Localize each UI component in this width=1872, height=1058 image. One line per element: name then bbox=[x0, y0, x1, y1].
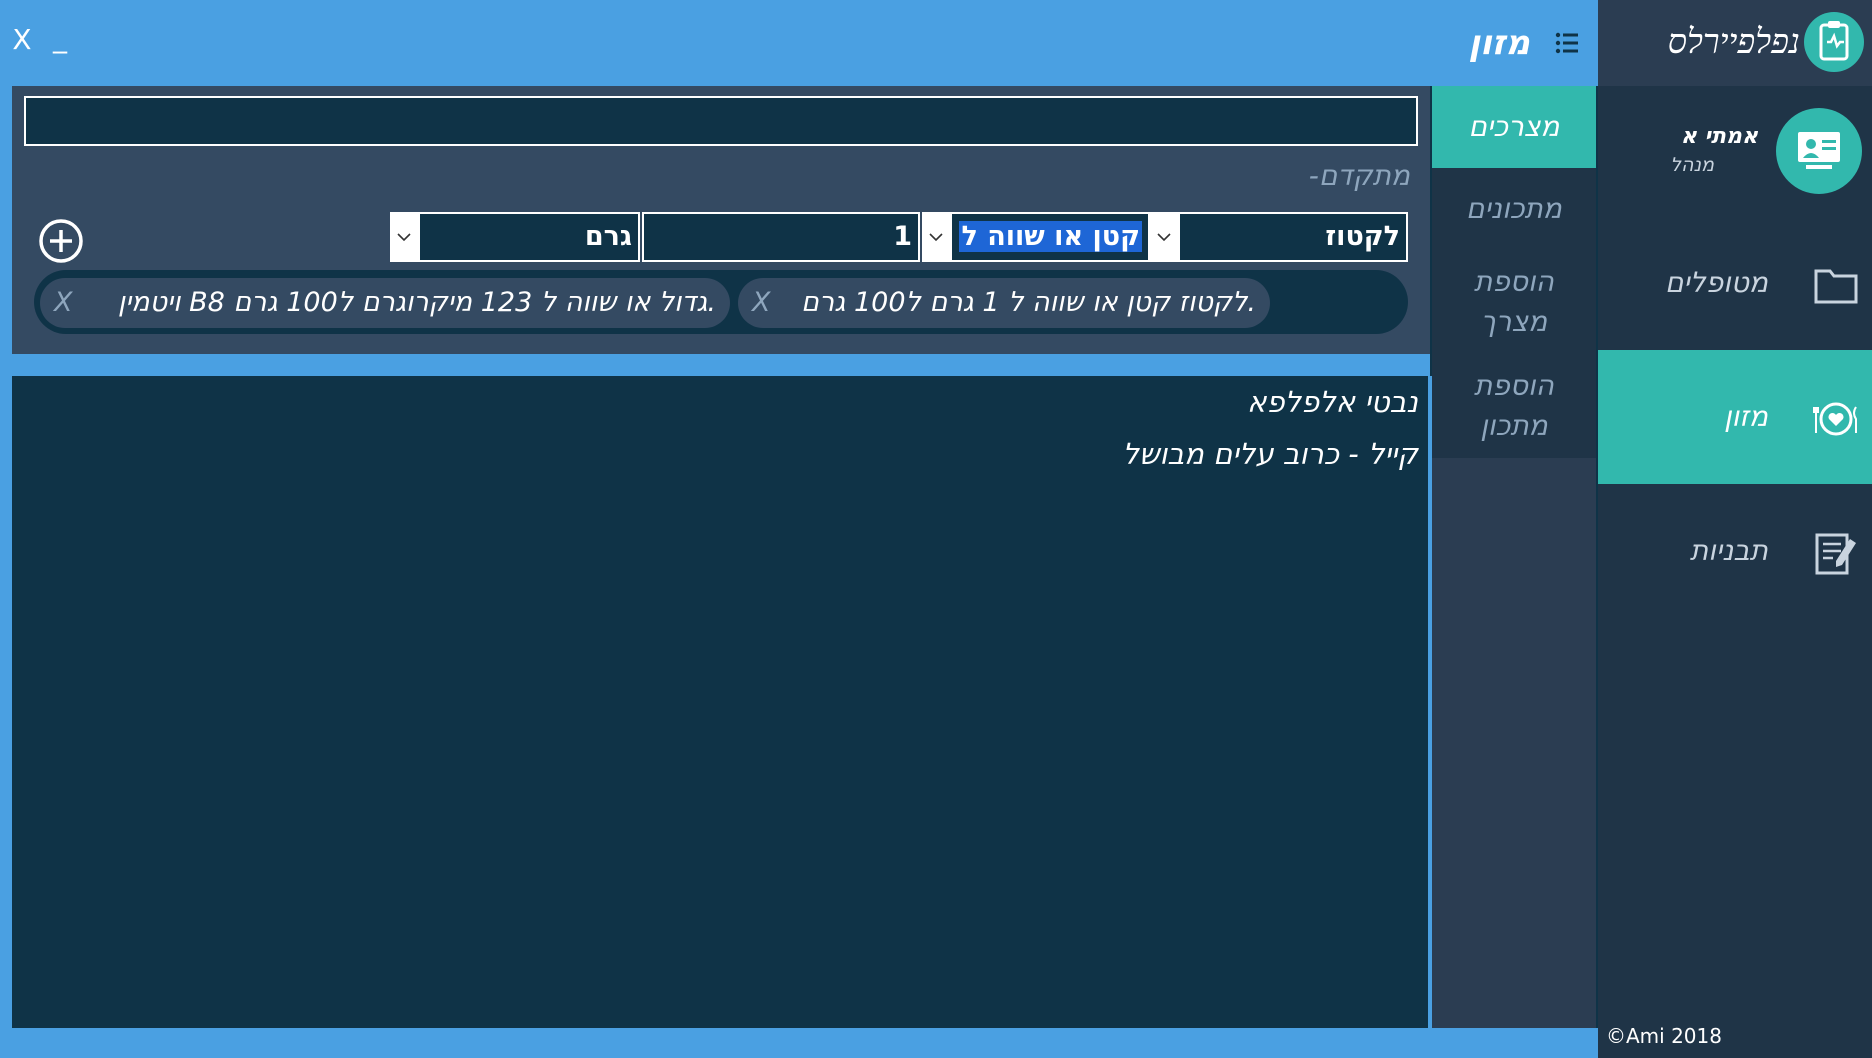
remove-filter-button[interactable]: X bbox=[752, 278, 771, 328]
sidebar-item-templates[interactable]: תבניות bbox=[1598, 484, 1872, 618]
chevron-down-icon[interactable] bbox=[390, 212, 418, 262]
tab-label-line1: הוספת bbox=[1474, 369, 1554, 402]
brand-logo: נפלפיירלס bbox=[1667, 22, 1800, 62]
tab-add-product[interactable]: הוספת מצרך bbox=[1432, 250, 1596, 354]
filter-operator-value: קטן או שווה ל bbox=[959, 221, 1142, 252]
search-input[interactable] bbox=[24, 96, 1418, 146]
tab-label: מתכונים bbox=[1466, 192, 1562, 225]
list-item[interactable]: נבטי אלפלפא bbox=[800, 378, 1418, 426]
tab-label-line2: מצרך bbox=[1480, 305, 1548, 338]
clipboard-heart-icon bbox=[1804, 12, 1864, 72]
list-item[interactable]: קייל - כרוב עלים מבושל bbox=[800, 430, 1419, 478]
list-icon[interactable] bbox=[1554, 30, 1580, 56]
folder-icon bbox=[1812, 261, 1860, 309]
tab-label-line1: הוספת bbox=[1474, 265, 1554, 298]
filter-field-select[interactable]: לקטוז bbox=[1178, 212, 1408, 262]
notepad-icon bbox=[1812, 529, 1860, 577]
page-title: מזון bbox=[1468, 23, 1530, 63]
sidebar-item-patients[interactable]: מטופלים bbox=[1598, 216, 1872, 350]
filter-unit-select[interactable]: גרם bbox=[418, 212, 640, 262]
add-filter-button[interactable] bbox=[38, 218, 84, 264]
panel-separator bbox=[12, 354, 1430, 376]
plate-heart-icon bbox=[1812, 395, 1860, 443]
presentation-user-icon[interactable] bbox=[1776, 108, 1862, 194]
filter-chip: ויטמין B8 גדול או שווה ל 123 מיקרוגרם ל1… bbox=[40, 278, 730, 328]
results-divider bbox=[1428, 376, 1432, 1028]
sidebar-item-food[interactable]: מזון bbox=[1598, 350, 1872, 484]
filter-value-input[interactable]: 1 bbox=[642, 212, 920, 262]
minimize-button[interactable]: _ bbox=[46, 20, 74, 56]
user-name: אמתי א bbox=[1680, 124, 1758, 149]
remove-filter-button[interactable]: X bbox=[54, 278, 73, 328]
copyright-text: ©Ami 2018 bbox=[1606, 1024, 1722, 1048]
filter-chip-text: לקטוז קטן או שווה ל 1 גרם ל100 גרם. bbox=[801, 287, 1256, 318]
tab-label-line2: מתכון bbox=[1480, 409, 1548, 442]
chevron-down-icon[interactable] bbox=[1150, 212, 1178, 262]
tab-recipes[interactable]: מתכונים bbox=[1432, 168, 1596, 250]
filter-chip: לקטוז קטן או שווה ל 1 גרם ל100 גרם. X bbox=[738, 278, 1270, 328]
window-border bbox=[0, 1028, 1598, 1058]
close-button[interactable]: X bbox=[8, 22, 36, 58]
filter-operator-select[interactable]: קטן או שווה ל bbox=[950, 212, 1150, 262]
sidebar-item-label: תבניות bbox=[1689, 534, 1768, 567]
tab-label: מצרכים bbox=[1468, 110, 1560, 143]
tab-products[interactable]: מצרכים bbox=[1432, 86, 1596, 168]
chevron-down-icon[interactable] bbox=[922, 212, 950, 262]
filter-chip-text: ויטמין B8 גדול או שווה ל 123 מיקרוגרם ל1… bbox=[117, 287, 716, 318]
sidebar-item-label: מטופלים bbox=[1664, 266, 1768, 299]
user-role: מנהל bbox=[1670, 154, 1714, 176]
sidebar-item-label: מזון bbox=[1724, 400, 1768, 433]
window-border bbox=[0, 86, 12, 1046]
tab-add-recipe[interactable]: הוספת מתכון bbox=[1432, 354, 1596, 458]
advanced-search-toggle[interactable]: -מתקדם bbox=[1280, 156, 1410, 196]
